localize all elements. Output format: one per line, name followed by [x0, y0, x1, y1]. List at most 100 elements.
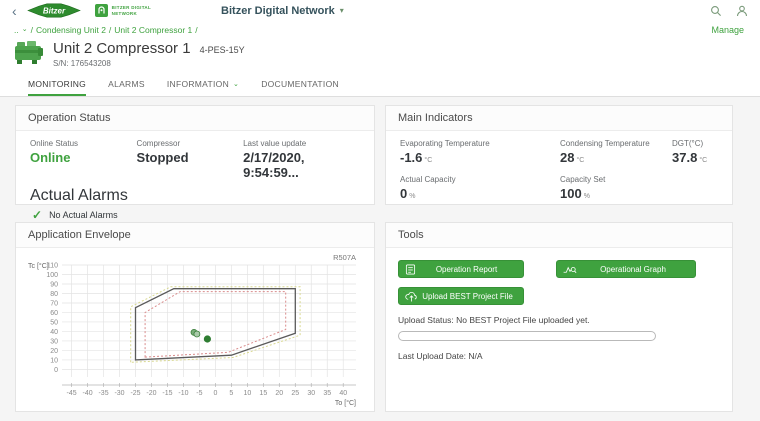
upload-status-text: Upload Status: No BEST Project File uplo…: [398, 315, 720, 325]
svg-text:To [°C]: To [°C]: [335, 399, 356, 407]
svg-text:70: 70: [50, 300, 58, 307]
svg-text:-35: -35: [98, 390, 108, 397]
indicator-label: Evaporating Temperature: [400, 139, 560, 148]
no-alarms-text: No Actual Alarms: [49, 210, 118, 220]
svg-text:10: 10: [243, 390, 251, 397]
chevron-down-icon: ⌄: [22, 25, 28, 33]
last-update-value: 2/17/2020, 9:54:59...: [243, 150, 360, 180]
svg-text:50: 50: [50, 319, 58, 326]
svg-text:30: 30: [50, 338, 58, 345]
check-icon: ✓: [32, 209, 42, 221]
svg-text:10: 10: [50, 357, 58, 364]
envelope-chart-svg: 0102030405060708090100110-45-40-35-30-25…: [26, 251, 362, 411]
svg-text:80: 80: [50, 291, 58, 298]
svg-text:-15: -15: [162, 390, 172, 397]
panel-title: Main Indicators: [386, 106, 732, 131]
application-envelope-panel: Application Envelope 0102030405060708090…: [15, 222, 375, 412]
svg-text:100: 100: [46, 272, 58, 279]
svg-text:40: 40: [339, 390, 347, 397]
search-icon[interactable]: [710, 5, 722, 17]
svg-text:5: 5: [229, 390, 233, 397]
upload-icon: [405, 291, 418, 302]
svg-text:Tc [°C]: Tc [°C]: [28, 262, 49, 270]
indicator-label: DGT(°C): [672, 139, 707, 148]
bitzer-logo: Bitzer: [27, 3, 81, 18]
indicator-label: Capacity Set: [560, 175, 605, 184]
tab-bar: MONITORING ALARMS INFORMATION ⌄ DOCUMENT…: [0, 73, 760, 96]
upload-best-project-button[interactable]: Upload BEST Project File: [398, 287, 524, 305]
panel-title: Application Envelope: [16, 223, 374, 248]
indicator-value: 37.8°C: [672, 150, 707, 165]
chevron-down-icon: ⌄: [233, 80, 239, 88]
graph-icon: [563, 264, 577, 275]
bitzer-logo-text: Bitzer: [43, 6, 66, 15]
breadcrumb-separator: /: [109, 25, 111, 35]
svg-text:15: 15: [259, 390, 267, 397]
back-icon[interactable]: ‹: [12, 4, 17, 18]
breadcrumb-separator: /: [195, 25, 197, 35]
indicator-label: Actual Capacity: [400, 175, 560, 184]
svg-text:30: 30: [307, 390, 315, 397]
svg-text:0: 0: [213, 390, 217, 397]
indicator-value: 28°C: [560, 150, 672, 165]
compressor-icon: [14, 40, 44, 66]
device-model: 4-PES-15Y: [200, 45, 245, 55]
manage-link[interactable]: Manage: [711, 25, 744, 35]
breadcrumb-item-compressor[interactable]: Unit 2 Compressor 1: [114, 25, 192, 35]
indicator-value: 0%: [400, 186, 560, 201]
app-title-dropdown[interactable]: Bitzer Digital Network ▾: [221, 5, 344, 17]
online-status-label: Online Status: [30, 139, 137, 148]
compressor-state-value: Stopped: [137, 150, 244, 165]
upload-progress-bar: [398, 331, 656, 341]
breadcrumb: .. ⌄ / Condensing Unit 2 / Unit 2 Compre…: [14, 25, 198, 35]
topbar-actions: [710, 5, 748, 17]
svg-text:-45: -45: [67, 390, 77, 397]
actual-alarms-label: Actual Alarms: [30, 187, 360, 205]
svg-text:-10: -10: [178, 390, 188, 397]
last-upload-date-text: Last Upload Date: N/A: [398, 351, 720, 361]
tab-information[interactable]: INFORMATION ⌄: [167, 73, 239, 96]
breadcrumb-separator: /: [31, 25, 33, 35]
breadcrumb-item-unit[interactable]: Condensing Unit 2: [36, 25, 106, 35]
compressor-state-label: Compressor: [137, 139, 244, 148]
operation-report-button[interactable]: Operation Report: [398, 260, 524, 278]
page-title: Unit 2 Compressor 1: [53, 40, 191, 57]
indicator-value: -1.6°C: [400, 150, 560, 165]
bdn-app-icon: [95, 4, 108, 17]
bdn-brand-text: BITZER DIGITAL NETWORK: [112, 5, 151, 16]
report-icon: [405, 264, 416, 275]
device-serial: S/N: 176543208: [53, 59, 245, 68]
svg-text:-20: -20: [146, 390, 156, 397]
svg-text:25: 25: [291, 390, 299, 397]
svg-text:0: 0: [54, 367, 58, 374]
app-title-text: Bitzer Digital Network: [221, 5, 335, 17]
main-indicators-panel: Main Indicators Evaporating Temperature …: [385, 105, 733, 205]
panel-title: Tools: [386, 223, 732, 248]
bdn-brand: BITZER DIGITAL NETWORK: [95, 4, 151, 17]
tab-monitoring[interactable]: MONITORING: [28, 73, 86, 96]
indicator-value: 100%: [560, 186, 605, 201]
svg-text:-5: -5: [196, 390, 202, 397]
tab-alarms[interactable]: ALARMS: [108, 73, 145, 96]
svg-text:-40: -40: [83, 390, 93, 397]
svg-text:20: 20: [50, 348, 58, 355]
dropdown-arrow-icon: ▾: [340, 6, 344, 15]
topbar: ‹ Bitzer BITZER DIGITAL NETWORK Bitzer D…: [0, 0, 760, 21]
last-update-label: Last value update: [243, 139, 360, 148]
device-header: Unit 2 Compressor 1 4-PES-15Y S/N: 17654…: [0, 35, 760, 68]
panel-title: Operation Status: [16, 106, 374, 131]
user-icon[interactable]: [736, 5, 748, 17]
breadcrumb-row: .. ⌄ / Condensing Unit 2 / Unit 2 Compre…: [0, 21, 760, 35]
operation-status-panel: Operation Status Online Status Online Co…: [15, 105, 375, 205]
svg-text:60: 60: [50, 310, 58, 317]
svg-text:35: 35: [323, 390, 331, 397]
breadcrumb-overflow[interactable]: ..: [14, 25, 19, 35]
svg-text:90: 90: [50, 281, 58, 288]
svg-text:R507A: R507A: [333, 253, 356, 262]
svg-text:20: 20: [275, 390, 283, 397]
tab-documentation[interactable]: DOCUMENTATION: [261, 73, 339, 96]
top-section: ‹ Bitzer BITZER DIGITAL NETWORK Bitzer D…: [0, 0, 760, 97]
svg-text:-25: -25: [130, 390, 140, 397]
operational-graph-button[interactable]: Operational Graph: [556, 260, 696, 278]
svg-text:-30: -30: [114, 390, 124, 397]
